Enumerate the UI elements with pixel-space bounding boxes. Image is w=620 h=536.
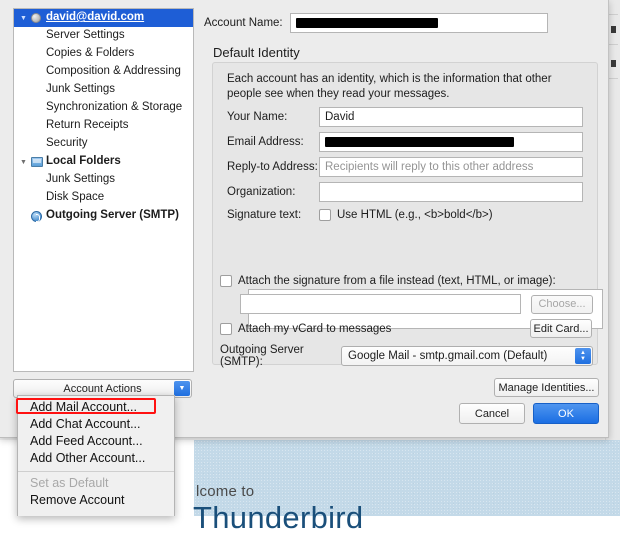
tree-item-server-settings[interactable]: Server Settings (14, 27, 193, 45)
use-html-label: Use HTML (e.g., <b>bold</b>) (337, 209, 493, 221)
tree-item-junk-settings[interactable]: Junk Settings (14, 81, 193, 99)
background-line (608, 14, 618, 15)
account-name-label: Account Name: (204, 17, 283, 29)
attach-vcard-checkbox[interactable] (220, 322, 232, 335)
account-tree[interactable]: ▼ david@david.com Server Settings Copies… (13, 8, 194, 372)
your-name-row: Your Name: David (227, 107, 583, 127)
tree-item-outgoing-server-smtp[interactable]: ▼ Outgoing Server (SMTP) (14, 207, 193, 225)
signature-text-label: Signature text: (227, 209, 302, 221)
reply-to-placeholder: Recipients will reply to this other addr… (325, 161, 534, 173)
outgoing-server-selected-value: Google Mail - smtp.gmail.com (Default) (348, 350, 548, 362)
redaction-bar (325, 137, 514, 147)
monitor-icon (31, 157, 46, 167)
email-address-row: Email Address: (227, 132, 583, 152)
reply-to-row: Reply-to Address: Recipients will reply … (227, 157, 583, 177)
tree-item-label: Junk Settings (46, 83, 116, 96)
tree-item-label: Copies & Folders (46, 47, 135, 60)
identity-description: Each account has an identity, which is t… (227, 73, 552, 100)
signature-file-path-row: Choose... (240, 294, 593, 314)
attach-vcard-label: Attach my vCard to messages (238, 322, 392, 335)
tree-item-synchronization-storage[interactable]: Synchronization & Storage (14, 99, 193, 117)
tree-item-account[interactable]: ▼ david@david.com (14, 9, 193, 27)
menu-item-add-feed-account[interactable]: Add Feed Account... (18, 433, 174, 450)
tree-item-local-folders[interactable]: ▼ Local Folders (14, 153, 193, 171)
redaction-bar (296, 18, 438, 28)
outgoing-server-row: Outgoing Server (SMTP): Google Mail - sm… (220, 344, 593, 368)
tree-item-return-receipts[interactable]: Return Receipts (14, 117, 193, 135)
tree-item-label: Return Receipts (46, 119, 129, 132)
select-arrows-icon[interactable]: ▲ ▼ (575, 348, 591, 364)
twisty-open-icon[interactable]: ▼ (20, 15, 31, 22)
menu-separator (18, 471, 174, 472)
tree-item-copies-folders[interactable]: Copies & Folders (14, 45, 193, 63)
account-actions-label: Account Actions (63, 382, 142, 395)
organization-label: Organization: (227, 186, 296, 198)
default-identity-group: Each account has an identity, which is t… (212, 62, 603, 368)
globe-icon (31, 13, 46, 23)
background-icon-dot (611, 60, 616, 67)
organization-row: Organization: (227, 182, 583, 202)
email-address-input[interactable] (319, 132, 583, 152)
menu-item-remove-account[interactable]: Remove Account (18, 492, 174, 509)
account-settings-dialog: ▼ david@david.com Server Settings Copies… (0, 0, 609, 438)
choose-button[interactable]: Choose... (531, 294, 593, 314)
menu-item-add-other-account[interactable]: Add Other Account... (18, 450, 174, 467)
menu-item-add-chat-account[interactable]: Add Chat Account... (18, 416, 174, 433)
background-icon-dot (611, 26, 616, 33)
tree-item-label: david@david.com (46, 11, 145, 24)
default-identity-heading: Default Identity (213, 45, 300, 60)
attach-signature-file-label: Attach the signature from a file instead… (238, 275, 556, 287)
use-html-checkbox[interactable] (319, 209, 331, 221)
tree-item-composition-addressing[interactable]: Composition & Addressing (14, 63, 193, 81)
your-name-input[interactable]: David (319, 107, 583, 127)
manage-identities-button[interactable]: Manage Identities... (494, 378, 599, 397)
signature-file-path-input[interactable] (240, 294, 521, 314)
reply-to-input[interactable]: Recipients will reply to this other addr… (319, 157, 583, 177)
background-line (608, 44, 618, 45)
tree-item-label: Disk Space (46, 191, 105, 204)
tree-item-label: Local Folders (46, 155, 121, 168)
account-name-row: Account Name: (204, 13, 548, 33)
background-line (608, 78, 618, 79)
tree-item-security[interactable]: Security (14, 135, 193, 153)
twisty-spacer: ▼ (20, 213, 31, 220)
reply-to-label: Reply-to Address: (227, 161, 318, 173)
smtp-icon (31, 210, 46, 222)
your-name-label: Your Name: (227, 111, 288, 123)
chevron-down-icon[interactable]: ▼ (174, 381, 190, 396)
cancel-button[interactable]: Cancel (459, 403, 525, 424)
tree-item-label: Synchronization & Storage (46, 101, 183, 114)
attach-vcard-group: Attach my vCard to messages (220, 322, 392, 335)
thunderbird-wordmark: Thunderbird (193, 500, 364, 535)
twisty-open-icon[interactable]: ▼ (20, 159, 31, 166)
signature-text-row: Signature text: Use HTML (e.g., <b>bold<… (227, 209, 493, 221)
settings-pane: Account Name: Default Identity Each acco… (204, 0, 608, 437)
account-actions-menu[interactable]: Add Mail Account... Add Chat Account... … (17, 395, 175, 516)
welcome-heading: lcome to (196, 483, 255, 500)
tree-item-label: Composition & Addressing (46, 65, 181, 78)
edit-card-button[interactable]: Edit Card... (530, 319, 592, 338)
tree-item-disk-space[interactable]: Disk Space (14, 189, 193, 207)
attach-signature-file-checkbox[interactable] (220, 275, 232, 287)
tree-item-label: Security (46, 137, 88, 150)
outgoing-server-select[interactable]: Google Mail - smtp.gmail.com (Default) ▲… (341, 346, 593, 366)
attach-vcard-row: Attach my vCard to messages Edit Card... (220, 319, 592, 338)
tree-item-label: Junk Settings (46, 173, 116, 186)
tree-item-local-junk-settings[interactable]: Junk Settings (14, 171, 193, 189)
tree-item-label: Server Settings (46, 29, 125, 42)
menu-item-add-mail-account[interactable]: Add Mail Account... (18, 399, 174, 416)
menu-item-set-as-default: Set as Default (30, 476, 109, 490)
tree-item-label: Outgoing Server (SMTP) (46, 209, 179, 222)
account-name-input[interactable] (290, 13, 548, 33)
ok-button[interactable]: OK (533, 403, 599, 424)
attach-signature-file-row: Attach the signature from a file instead… (220, 275, 556, 287)
organization-input[interactable] (319, 182, 583, 202)
email-address-label: Email Address: (227, 136, 304, 148)
outgoing-server-label: Outgoing Server (SMTP): (220, 344, 304, 368)
